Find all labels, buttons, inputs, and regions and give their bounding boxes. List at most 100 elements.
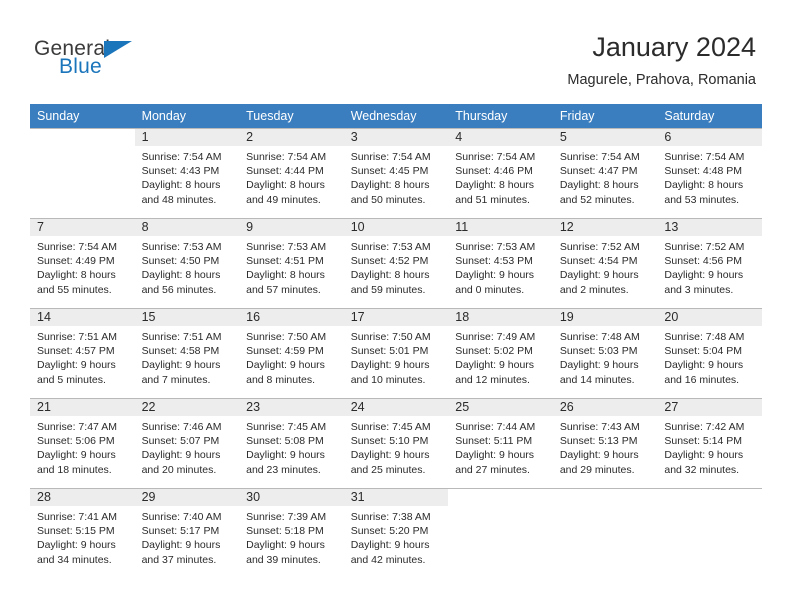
calendar-day[interactable]: 26 Sunrise: 7:43 AM Sunset: 5:13 PM Dayligh… xyxy=(552,398,658,488)
calendar-day[interactable]: 20 Sunrise: 7:48 AM Sunset: 5:04 PM Dayligh… xyxy=(657,308,762,398)
calendar-day[interactable]: 15 Sunrise: 7:51 AM Sunset: 4:58 PM Dayligh… xyxy=(134,308,240,398)
calendar-day[interactable]: 30 Sunrise: 7:39 AM Sunset: 5:18 PM Dayligh… xyxy=(239,488,344,578)
day-detail-line: Sunrise: 7:52 AM xyxy=(559,241,640,253)
day-details: Sunrise: 7:48 AM Sunset: 5:03 PM Daylight:… xyxy=(553,326,658,387)
calendar-cell: 2 Sunrise: 7:54 AM Sunset: 4:44 PM Daylight… xyxy=(239,128,344,218)
calendar-day[interactable]: 25 Sunrise: 7:44 AM Sunset: 5:11 PM Dayligh… xyxy=(448,398,553,488)
day-detail-line: Daylight: 9 hours xyxy=(350,449,430,462)
calendar-day[interactable]: 23 Sunrise: 7:45 AM Sunset: 5:08 PM Dayligh… xyxy=(239,398,344,488)
day-detail-line: Daylight: 8 hours xyxy=(246,269,325,282)
calendar-day[interactable]: 9 Sunrise: 7:53 AM Sunset: 4:51 PM Daylight… xyxy=(239,218,344,308)
calendar-day-empty xyxy=(30,128,135,218)
day-detail-line: and 18 minutes. xyxy=(37,463,112,476)
day-detail-line: Sunrise: 7:53 AM xyxy=(141,241,222,253)
day-detail-line: Sunset: 5:04 PM xyxy=(664,345,743,358)
day-number: 13 xyxy=(657,219,762,236)
day-details: Sunrise: 7:50 AM Sunset: 4:59 PM Daylight:… xyxy=(239,326,344,387)
calendar-cell: 21 Sunrise: 7:47 AM Sunset: 5:06 PM Dayligh… xyxy=(30,398,135,488)
calendar-day[interactable]: 29 Sunrise: 7:40 AM Sunset: 5:17 PM Dayligh… xyxy=(134,488,240,578)
day-detail-line: and 52 minutes. xyxy=(559,193,635,206)
calendar-day[interactable]: 21 Sunrise: 7:47 AM Sunset: 5:06 PM Dayligh… xyxy=(30,398,135,488)
day-details: Sunrise: 7:54 AM Sunset: 4:47 PM Daylight:… xyxy=(553,146,658,207)
day-detail-line: Sunset: 5:20 PM xyxy=(350,525,429,538)
weekday-header-row: Sunday Monday Tuesday Wednesday Thursday… xyxy=(30,104,762,128)
day-details: Sunrise: 7:53 AM Sunset: 4:53 PM Daylight:… xyxy=(448,236,553,297)
calendar-day[interactable]: 17 Sunrise: 7:50 AM Sunset: 5:01 PM Dayligh… xyxy=(343,308,449,398)
calendar-cell: 12 Sunrise: 7:52 AM Sunset: 4:54 PM Dayligh… xyxy=(552,218,658,308)
day-detail-line: Daylight: 9 hours xyxy=(37,539,116,552)
calendar-day[interactable]: 28 Sunrise: 7:41 AM Sunset: 5:15 PM Dayligh… xyxy=(30,488,135,578)
calendar-day[interactable]: 8 Sunrise: 7:53 AM Sunset: 4:50 PM Daylight… xyxy=(134,218,240,308)
calendar-day[interactable]: 7 Sunrise: 7:54 AM Sunset: 4:49 PM Daylight… xyxy=(30,218,135,308)
calendar-day[interactable]: 31 Sunrise: 7:38 AM Sunset: 5:20 PM Dayligh… xyxy=(343,488,449,578)
calendar-day[interactable]: 5 Sunrise: 7:54 AM Sunset: 4:47 PM Daylight… xyxy=(552,128,658,218)
calendar-day[interactable]: 2 Sunrise: 7:54 AM Sunset: 4:44 PM Daylight… xyxy=(239,128,344,218)
day-detail-line: Sunrise: 7:54 AM xyxy=(37,241,117,253)
weekday-header-wednesday: Wednesday xyxy=(343,104,449,128)
day-details: Sunrise: 7:40 AM Sunset: 5:17 PM Daylight:… xyxy=(135,506,240,567)
calendar-day[interactable]: 16 Sunrise: 7:50 AM Sunset: 4:59 PM Dayligh… xyxy=(239,308,344,398)
day-number: 6 xyxy=(657,129,762,146)
calendar-day[interactable]: 11 Sunrise: 7:53 AM Sunset: 4:53 PM Dayligh… xyxy=(448,218,553,308)
calendar-day[interactable]: 13 Sunrise: 7:52 AM Sunset: 4:56 PM Dayligh… xyxy=(657,218,762,308)
day-detail-line: Sunset: 4:52 PM xyxy=(350,255,429,268)
calendar-day[interactable]: 27 Sunrise: 7:42 AM Sunset: 5:14 PM Dayligh… xyxy=(657,398,762,488)
day-detail-line: Daylight: 9 hours xyxy=(664,449,744,462)
day-number: 2 xyxy=(239,129,344,146)
day-detail-line: Sunrise: 7:54 AM xyxy=(455,151,536,163)
day-detail-line: Sunrise: 7:50 AM xyxy=(246,331,327,343)
day-details: Sunrise: 7:53 AM Sunset: 4:50 PM Daylight:… xyxy=(135,236,240,297)
day-number: 27 xyxy=(657,399,762,416)
day-number: 7 xyxy=(30,219,135,236)
day-detail-line: and 32 minutes. xyxy=(664,463,740,476)
day-detail-line: Sunset: 4:53 PM xyxy=(455,255,533,268)
calendar-cell: 19 Sunrise: 7:48 AM Sunset: 5:03 PM Dayligh… xyxy=(552,308,658,398)
day-detail-line: Daylight: 8 hours xyxy=(350,269,430,282)
day-number: 1 xyxy=(134,129,240,146)
calendar-day[interactable]: 10 Sunrise: 7:53 AM Sunset: 4:52 PM Dayligh… xyxy=(343,218,449,308)
day-detail-line: Sunrise: 7:39 AM xyxy=(246,511,327,523)
day-details: Sunrise: 7:44 AM Sunset: 5:11 PM Daylight:… xyxy=(448,416,553,477)
day-detail-line: Sunrise: 7:42 AM xyxy=(664,421,745,433)
day-detail-line: Sunrise: 7:43 AM xyxy=(559,421,640,433)
day-detail-line: Sunset: 4:49 PM xyxy=(37,255,115,268)
calendar-day[interactable]: 3 Sunrise: 7:54 AM Sunset: 4:45 PM Daylight… xyxy=(343,128,449,218)
day-number: 28 xyxy=(30,489,135,506)
day-number: 18 xyxy=(448,309,553,326)
title-block: January 2024 Magurele, Prahova, Romania xyxy=(567,30,756,90)
calendar-day[interactable]: 14 Sunrise: 7:51 AM Sunset: 4:57 PM Dayligh… xyxy=(30,308,135,398)
calendar-cell: 28 Sunrise: 7:41 AM Sunset: 5:15 PM Dayligh… xyxy=(30,488,135,578)
day-detail-line: Sunrise: 7:41 AM xyxy=(37,511,117,523)
day-detail-line: Sunrise: 7:38 AM xyxy=(350,511,431,523)
day-number: 4 xyxy=(448,129,553,146)
day-detail-line: Daylight: 8 hours xyxy=(664,179,744,192)
day-details: Sunrise: 7:43 AM Sunset: 5:13 PM Daylight:… xyxy=(553,416,658,477)
calendar-cell: 4 Sunrise: 7:54 AM Sunset: 4:46 PM Daylight… xyxy=(448,128,553,218)
day-detail-line: Sunset: 4:44 PM xyxy=(246,165,324,178)
day-detail-line: and 2 minutes. xyxy=(559,283,629,296)
day-number: 11 xyxy=(448,219,553,236)
day-detail-line: Sunset: 5:18 PM xyxy=(246,525,324,538)
calendar-day[interactable]: 1 Sunrise: 7:54 AM Sunset: 4:43 PM Daylight… xyxy=(134,128,240,218)
day-detail-line: Sunset: 4:48 PM xyxy=(664,165,743,178)
calendar-day[interactable]: 18 Sunrise: 7:49 AM Sunset: 5:02 PM Dayligh… xyxy=(448,308,553,398)
calendar-day[interactable]: 22 Sunrise: 7:46 AM Sunset: 5:07 PM Dayligh… xyxy=(134,398,240,488)
calendar-day[interactable]: 12 Sunrise: 7:52 AM Sunset: 4:54 PM Dayligh… xyxy=(552,218,658,308)
calendar-day[interactable]: 19 Sunrise: 7:48 AM Sunset: 5:03 PM Dayligh… xyxy=(552,308,658,398)
day-details: Sunrise: 7:46 AM Sunset: 5:07 PM Daylight:… xyxy=(135,416,240,477)
calendar-day[interactable]: 4 Sunrise: 7:54 AM Sunset: 4:46 PM Daylight… xyxy=(448,128,553,218)
day-detail-line: Daylight: 8 hours xyxy=(37,269,116,282)
day-detail-line: Daylight: 8 hours xyxy=(246,179,325,192)
day-number xyxy=(30,129,135,146)
day-detail-line: Sunset: 4:57 PM xyxy=(37,345,115,358)
day-number: 12 xyxy=(552,219,658,236)
weekday-header-thursday: Thursday xyxy=(448,104,553,128)
day-detail-line: Sunrise: 7:44 AM xyxy=(455,421,536,433)
day-detail-line: and 27 minutes. xyxy=(455,463,530,476)
day-detail-line: Sunset: 5:01 PM xyxy=(350,345,429,358)
day-detail-line: and 0 minutes. xyxy=(455,283,525,296)
calendar-day[interactable]: 24 Sunrise: 7:45 AM Sunset: 5:10 PM Dayligh… xyxy=(343,398,449,488)
calendar-day[interactable]: 6 Sunrise: 7:54 AM Sunset: 4:48 PM Daylight… xyxy=(657,128,762,218)
day-number: 15 xyxy=(134,309,240,326)
calendar-cell: 30 Sunrise: 7:39 AM Sunset: 5:18 PM Dayligh… xyxy=(239,488,344,578)
